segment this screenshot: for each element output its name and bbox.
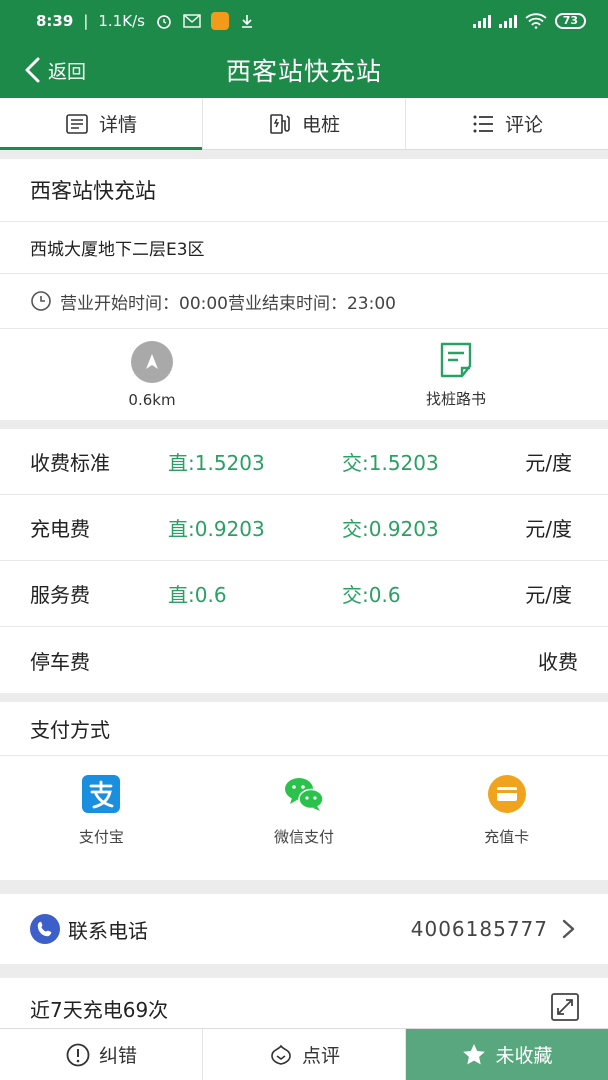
signal-icon	[472, 14, 491, 28]
review-icon	[271, 1044, 291, 1065]
favorite-button[interactable]: 未收藏	[406, 1029, 608, 1080]
navigate-button[interactable]: 0.6km	[0, 329, 304, 420]
parking-value: 收费	[538, 649, 578, 674]
payment-label: 支付宝	[78, 828, 124, 846]
distance-label: 0.6km	[128, 390, 176, 409]
note-icon	[440, 342, 472, 378]
station-actions: 0.6km 找桩路书	[0, 328, 608, 420]
review-button[interactable]: 点评	[203, 1029, 406, 1080]
tab-details[interactable]: 详情	[0, 98, 203, 150]
fee-unit: 元/度	[525, 451, 572, 475]
fee-ac: 交:0.9203	[342, 517, 439, 541]
tab-comments[interactable]: 评论	[406, 98, 608, 149]
fee-row-service: 服务费 直:0.6 交:0.6 元/度	[0, 561, 608, 627]
alert-circle-icon	[66, 1043, 90, 1066]
bottom-action-bar: 纠错 点评 未收藏	[0, 1028, 608, 1080]
fee-unit: 元/度	[525, 517, 572, 541]
expand-icon[interactable]	[550, 992, 580, 1022]
tab-bar: 详情 电桩 评论	[0, 98, 608, 150]
clock-icon	[31, 291, 51, 311]
parking-label: 停车费	[30, 649, 90, 674]
favorite-label: 未收藏	[495, 1045, 553, 1067]
contact-row[interactable]: 联系电话 4006185777	[0, 894, 608, 964]
fee-ac: 交:1.5203	[342, 451, 439, 475]
station-name: 西客站快充站	[0, 159, 608, 222]
station-address: 西城大厦地下二层E3区	[0, 222, 608, 274]
payment-title: 支付方式	[0, 702, 608, 756]
star-icon	[463, 1043, 486, 1064]
fee-label: 收费标准	[30, 451, 110, 475]
fee-label: 服务费	[30, 583, 90, 607]
fee-row-charging: 充电费 直:0.9203 交:0.9203 元/度	[0, 495, 608, 561]
tab-label: 详情	[98, 114, 137, 136]
fee-label: 充电费	[30, 517, 90, 541]
payment-section: 支付方式 支付宝 微信支付 充值卡	[0, 702, 608, 880]
signal-icon	[498, 14, 517, 28]
stats-text: 近7天充电69次	[30, 997, 169, 1022]
payment-alipay: 支付宝	[0, 756, 203, 880]
back-label: 返回	[48, 60, 87, 83]
download-icon	[241, 15, 252, 28]
payment-card: 充值卡	[405, 756, 608, 880]
list-icon	[473, 115, 493, 132]
status-time: 8:39	[36, 12, 74, 30]
fee-row-standard: 收费标准 直:1.5203 交:1.5203 元/度	[0, 429, 608, 495]
guide-label: 找桩路书	[425, 390, 486, 408]
charging-pile-icon	[270, 113, 290, 134]
document-icon	[66, 113, 88, 134]
tab-label: 评论	[504, 114, 543, 136]
payment-wechat: 微信支付	[203, 756, 406, 880]
fee-row-parking: 停车费 收费	[0, 627, 608, 693]
status-bar: 8:39 | 1.1K/s 73	[0, 0, 608, 42]
payment-label: 微信支付	[274, 828, 335, 846]
prepaid-card-icon	[487, 775, 526, 813]
fee-unit: 元/度	[525, 583, 572, 607]
chevron-right-icon	[562, 919, 575, 939]
station-info: 西客站快充站 西城大厦地下二层E3区 营业开始时间：00:00营业结束时间：23…	[0, 159, 608, 420]
contact-label: 联系电话	[68, 918, 148, 943]
status-speed: 1.1K/s	[98, 12, 145, 30]
navigation-icon	[131, 340, 173, 383]
hours-text: 营业开始时间：00:00营业结束时间：23:00	[60, 293, 396, 314]
mail-icon	[183, 14, 201, 28]
report-label: 纠错	[98, 1045, 137, 1067]
alipay-icon	[82, 775, 121, 813]
chevron-left-icon	[25, 57, 40, 83]
fee-dc: 直:0.9203	[168, 517, 265, 541]
pile-guide-button[interactable]: 找桩路书	[304, 329, 608, 420]
tab-piles[interactable]: 电桩	[203, 98, 406, 149]
back-button[interactable]: 返回	[22, 42, 86, 98]
contact-number: 4006185777	[410, 917, 548, 941]
page-title: 西客站快充站	[225, 57, 382, 86]
payment-options: 支付宝 微信支付 充值卡	[0, 756, 608, 880]
battery-icon: 73	[554, 13, 586, 29]
payment-label: 充值卡	[484, 828, 530, 846]
fee-ac: 交:0.6	[342, 583, 401, 607]
business-hours: 营业开始时间：00:00营业结束时间：23:00	[0, 274, 608, 328]
alarm-icon	[157, 15, 171, 29]
title-bar: 返回 西客站快充站	[0, 42, 608, 98]
fee-dc: 直:1.5203	[168, 451, 265, 475]
report-error-button[interactable]: 纠错	[0, 1029, 203, 1080]
fee-section: 收费标准 直:1.5203 交:1.5203 元/度 充电费 直:0.9203 …	[0, 429, 608, 693]
wifi-icon	[525, 13, 547, 29]
tab-label: 电桩	[301, 114, 340, 136]
app-notification-icon	[210, 12, 229, 30]
review-label: 点评	[301, 1045, 340, 1067]
fee-dc: 直:0.6	[168, 583, 227, 607]
phone-icon	[30, 914, 60, 944]
wechat-icon	[285, 778, 324, 811]
